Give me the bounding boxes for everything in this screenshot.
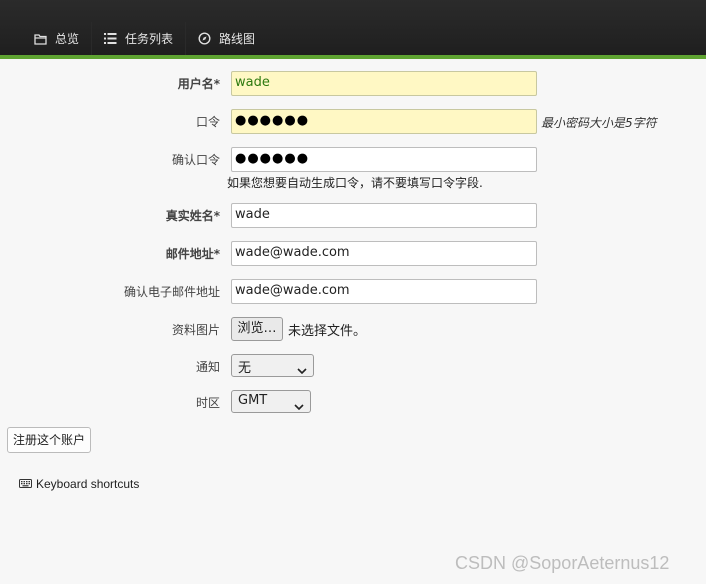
nav-item-label: 任务列表 [125,32,174,46]
username-input[interactable]: wade [231,71,537,96]
username-row: 用户名* wade [0,71,706,97]
password-label: 口令 [195,115,220,129]
nav-item-label: 路线图 [219,32,256,46]
timezone-selected: GMT [238,393,268,408]
confirm-email-input[interactable]: wade@wade.com [231,279,537,304]
notify-selected: 无 [238,361,252,376]
nav-item-label: 总览 [55,32,80,46]
timezone-label: 时区 [195,396,220,410]
timezone-select[interactable]: GMT [231,390,311,413]
username-label: 用户名* [177,77,220,91]
compass-icon [198,32,211,45]
timezone-row: 时区 GMT [0,390,706,416]
browse-button[interactable]: 浏览… [231,317,283,341]
register-button[interactable]: 注册这个账户 [7,427,91,453]
notify-select[interactable]: 无 [231,354,314,377]
confirm-password-row: 确认口令 ●●●●●● [0,147,706,173]
real-name-row: 真实姓名* wade [0,203,706,229]
password-input[interactable]: ●●●●●● [231,109,537,134]
password-hint: 最小密码大小是5字符 [541,116,657,130]
file-status: 未选择文件。 [288,324,367,339]
confirm-password-label: 确认口令 [171,153,220,167]
notify-row: 通知 无 [0,354,706,380]
password-row: 口令 ●●●●●● 最小密码大小是5字符 [0,109,706,135]
email-row: 邮件地址* wade@wade.com [0,241,706,267]
accent-bar [0,55,706,59]
confirm-email-row: 确认电子邮件地址 wade@wade.com [0,279,706,305]
real-name-label: 真实姓名* [165,209,220,223]
chevron-down-icon [297,363,307,378]
keyboard-icon [19,477,32,491]
nav-item-roadmap[interactable]: 路线图 [186,22,267,55]
main-nav: 总览 任务列表 路线图 [22,22,267,55]
password-help-text: 如果您想要自动生成口令，请不要填写口令字段. [227,176,483,190]
watermark: CSDN @SoporAeternus12 [455,553,670,573]
email-input[interactable]: wade@wade.com [231,241,537,266]
avatar-label: 资料图片 [171,323,220,337]
nav-item-overview[interactable]: 总览 [22,22,93,55]
chevron-down-icon [294,399,304,414]
notify-label: 通知 [195,360,220,374]
real-name-input[interactable]: wade [231,203,537,228]
folder-icon [34,33,47,45]
avatar-row: 资料图片 浏览… 未选择文件。 [0,317,706,343]
nav-item-tasks[interactable]: 任务列表 [92,22,187,55]
confirm-password-input[interactable]: ●●●●●● [231,147,537,172]
keyboard-shortcuts-label: Keyboard shortcuts [36,477,140,491]
list-icon [104,33,117,44]
keyboard-shortcuts-link[interactable]: Keyboard shortcuts [19,477,139,491]
confirm-email-label: 确认电子邮件地址 [123,285,220,299]
email-label: 邮件地址* [165,247,220,261]
top-navbar: 总览 任务列表 路线图 [0,0,706,55]
